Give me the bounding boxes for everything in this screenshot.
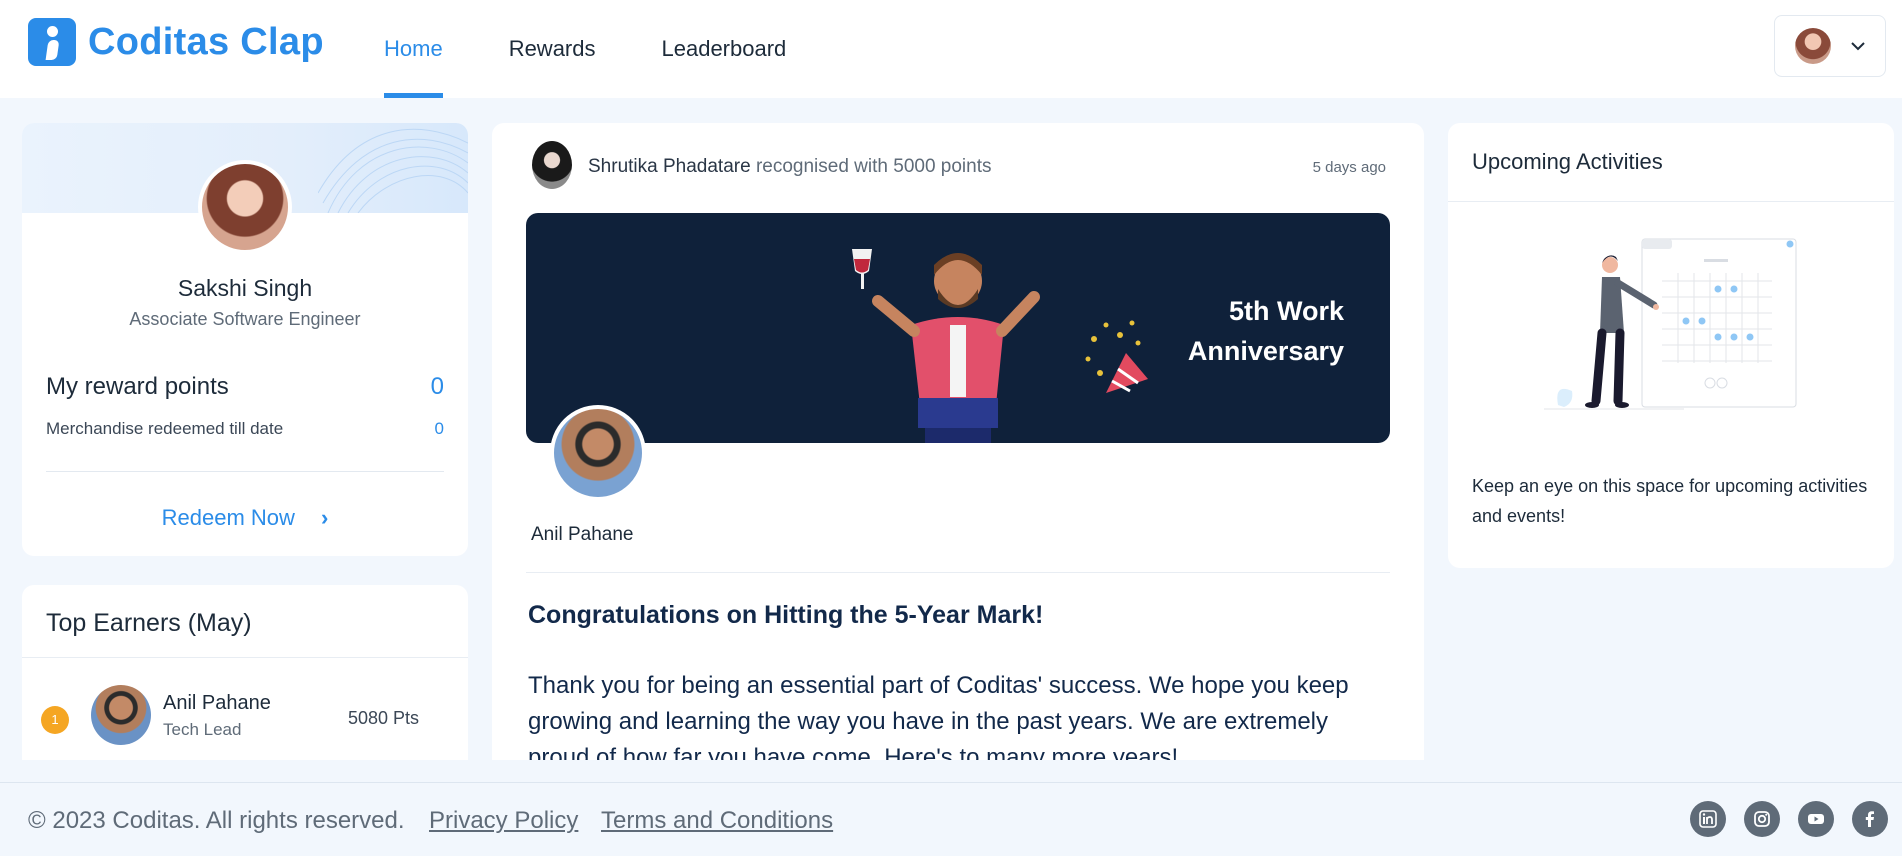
user-avatar <box>1794 28 1831 64</box>
anniversary-banner: 5th Work Anniversary <box>526 213 1390 443</box>
instagram-icon[interactable] <box>1744 801 1780 837</box>
earner-row[interactable]: 1 Anil Pahane Tech Lead 5080 Pts <box>22 680 468 750</box>
upcoming-activities-card: Upcoming Activities Keep an eye on this … <box>1448 123 1894 568</box>
chevron-down-icon <box>1850 42 1865 51</box>
merch-row: Merchandise redeemed till date 0 <box>46 419 444 439</box>
app-logo[interactable]: Coditas Clap <box>28 18 324 66</box>
redeem-now-button[interactable]: Redeem Now › <box>22 505 468 531</box>
profile-role: Associate Software Engineer <box>129 309 361 329</box>
top-earners-card: Top Earners (May) 1 Anil Pahane Tech Lea… <box>22 585 468 760</box>
earner-avatar <box>91 685 151 745</box>
footer: © 2023 Coditas. All rights reserved. Pri… <box>0 782 1902 856</box>
copyright-text: © 2023 Coditas. All rights reserved. <box>28 807 405 834</box>
banner-title: 5th Work Anniversary <box>1188 291 1344 371</box>
profile-card: Sakshi Singh Associate Software Engineer… <box>22 123 468 556</box>
activities-title: Upcoming Activities <box>1472 149 1663 174</box>
recognition-post: Shrutika Phadatare recognised with 5000 … <box>492 123 1424 760</box>
reward-points-label: My reward points <box>46 373 229 400</box>
main-nav: Home Rewards Leaderboard <box>384 0 852 98</box>
profile-avatar <box>198 160 292 254</box>
nav-home[interactable]: Home <box>384 0 443 98</box>
earner-role: Tech Lead <box>163 720 242 739</box>
calendar-illustration-icon <box>1544 238 1797 410</box>
youtube-icon[interactable] <box>1798 801 1834 837</box>
post-divider <box>526 572 1390 573</box>
earner-name: Anil Pahane <box>163 692 271 714</box>
earner-points: 5080 Pts <box>348 708 420 728</box>
top-earners-title: Top Earners (May) <box>46 609 252 637</box>
redeem-label: Redeem Now <box>161 505 295 530</box>
post-body: Thank you for being an essential part of… <box>528 672 1349 760</box>
banner-pattern-icon <box>318 128 468 213</box>
profile-divider <box>46 471 444 472</box>
recipient-name[interactable]: Anil Pahane <box>531 524 633 546</box>
banner-title-line2: Anniversary <box>1187 336 1344 366</box>
activities-text: Keep an eye on this space for upcoming a… <box>1472 476 1868 526</box>
rank-badge-icon: 1 <box>41 706 69 734</box>
recipient-avatar[interactable] <box>550 405 646 501</box>
user-menu-button[interactable] <box>1774 15 1886 77</box>
terms-link[interactable]: Terms and Conditions <box>601 807 833 835</box>
linkedin-icon[interactable] <box>1690 801 1726 837</box>
nav-rewards[interactable]: Rewards <box>509 0 596 98</box>
merch-value: 0 <box>434 419 444 438</box>
post-time: 5 days ago <box>1312 159 1386 176</box>
privacy-policy-link[interactable]: Privacy Policy <box>429 807 578 835</box>
header: Coditas Clap Home Rewards Leaderboard <box>0 0 1902 98</box>
top-earners-divider <box>22 657 468 658</box>
activities-divider <box>1448 201 1894 202</box>
banner-title-line1: 5th Work <box>1228 296 1344 326</box>
post-heading: Congratulations on Hitting the 5-Year Ma… <box>528 601 1044 629</box>
author-name[interactable]: Shrutika Phadatare <box>588 156 751 177</box>
post-header: Shrutika Phadatare recognised with 5000 … <box>588 156 992 178</box>
reward-points-value: 0 <box>430 373 444 400</box>
profile-name: Sakshi Singh <box>177 275 313 301</box>
logo-icon <box>28 18 76 66</box>
post-action: recognised with 5000 points <box>755 156 992 177</box>
reward-points-row: My reward points 0 <box>46 373 444 401</box>
facebook-icon[interactable] <box>1852 801 1888 837</box>
nav-leaderboard[interactable]: Leaderboard <box>662 0 787 98</box>
merch-label: Merchandise redeemed till date <box>46 419 284 438</box>
chevron-right-icon: › <box>321 505 329 530</box>
app-name: Coditas Clap <box>88 20 324 63</box>
author-avatar[interactable] <box>532 141 572 189</box>
